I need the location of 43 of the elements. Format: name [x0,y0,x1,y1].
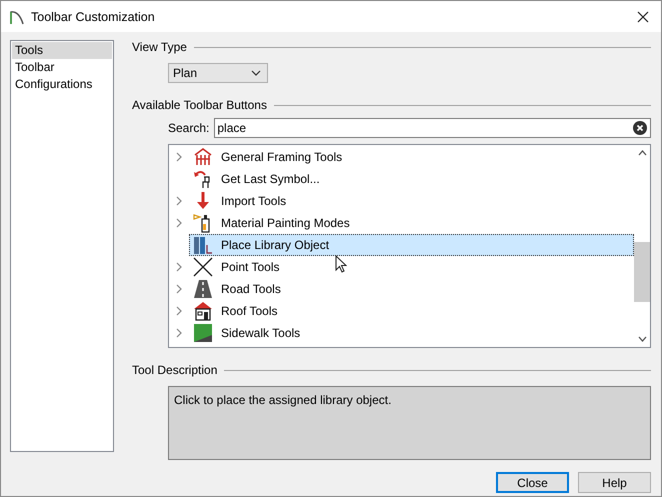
chevron-right-icon[interactable] [176,218,182,228]
house-icon [193,301,213,321]
clear-icon[interactable] [633,121,647,135]
tool-list-item[interactable]: Point Tools [189,256,634,278]
tool-list-item[interactable]: Roof Tools [189,300,634,322]
tool-list-item[interactable]: Material Painting Modes [189,212,634,234]
chevron-right-icon[interactable] [176,262,182,272]
dialog-button[interactable]: Help [578,472,651,493]
chevron-down-icon [251,70,261,76]
mouse-pointer-icon [335,255,347,273]
search-label: Search: [168,121,210,135]
chevron-right-icon[interactable] [176,328,182,338]
group-heading: Available Toolbar Buttons [132,98,267,112]
road-icon [193,279,213,299]
books-icon [193,235,213,255]
scroll-up-icon[interactable] [638,150,646,156]
chevron-right-icon[interactable] [176,306,182,316]
sidebar-item[interactable]: Toolbar [12,59,112,76]
chevron-right-icon[interactable] [176,284,182,294]
scrollbar-thumb[interactable] [634,242,650,302]
dialog-button[interactable]: Close [496,472,569,493]
chevron-right-icon[interactable] [176,152,182,162]
x-mark-icon [193,257,213,277]
tool-list-item[interactable]: Sidewalk Tools [189,322,634,344]
sidebar-item[interactable]: Configurations [12,76,112,93]
sidewalk-icon [193,323,213,343]
view-type-dropdown[interactable]: Plan [168,63,268,83]
sidebar-item[interactable]: Tools [12,42,112,59]
tool-list-item[interactable]: Get Last Symbol... [189,168,634,190]
group-heading: Tool Description [132,363,218,377]
house-framing-icon [193,147,213,167]
search-field[interactable]: place [214,118,651,138]
description-text: Click to place the assigned library object. [174,393,392,407]
chevron-right-icon[interactable] [176,196,182,206]
tool-list-item[interactable]: Import Tools [189,190,634,212]
scroll-down-icon[interactable] [638,336,646,342]
close-icon[interactable] [637,10,649,22]
tool-list-item[interactable]: Road Tools [189,278,634,300]
tool-list-item[interactable]: General Framing Tools [189,146,634,168]
window-title: Toolbar Customization [31,10,156,24]
app-arc-icon [9,8,25,24]
tool-list-item[interactable]: Place Library Object [189,234,634,256]
group-heading: View Type [132,40,187,54]
